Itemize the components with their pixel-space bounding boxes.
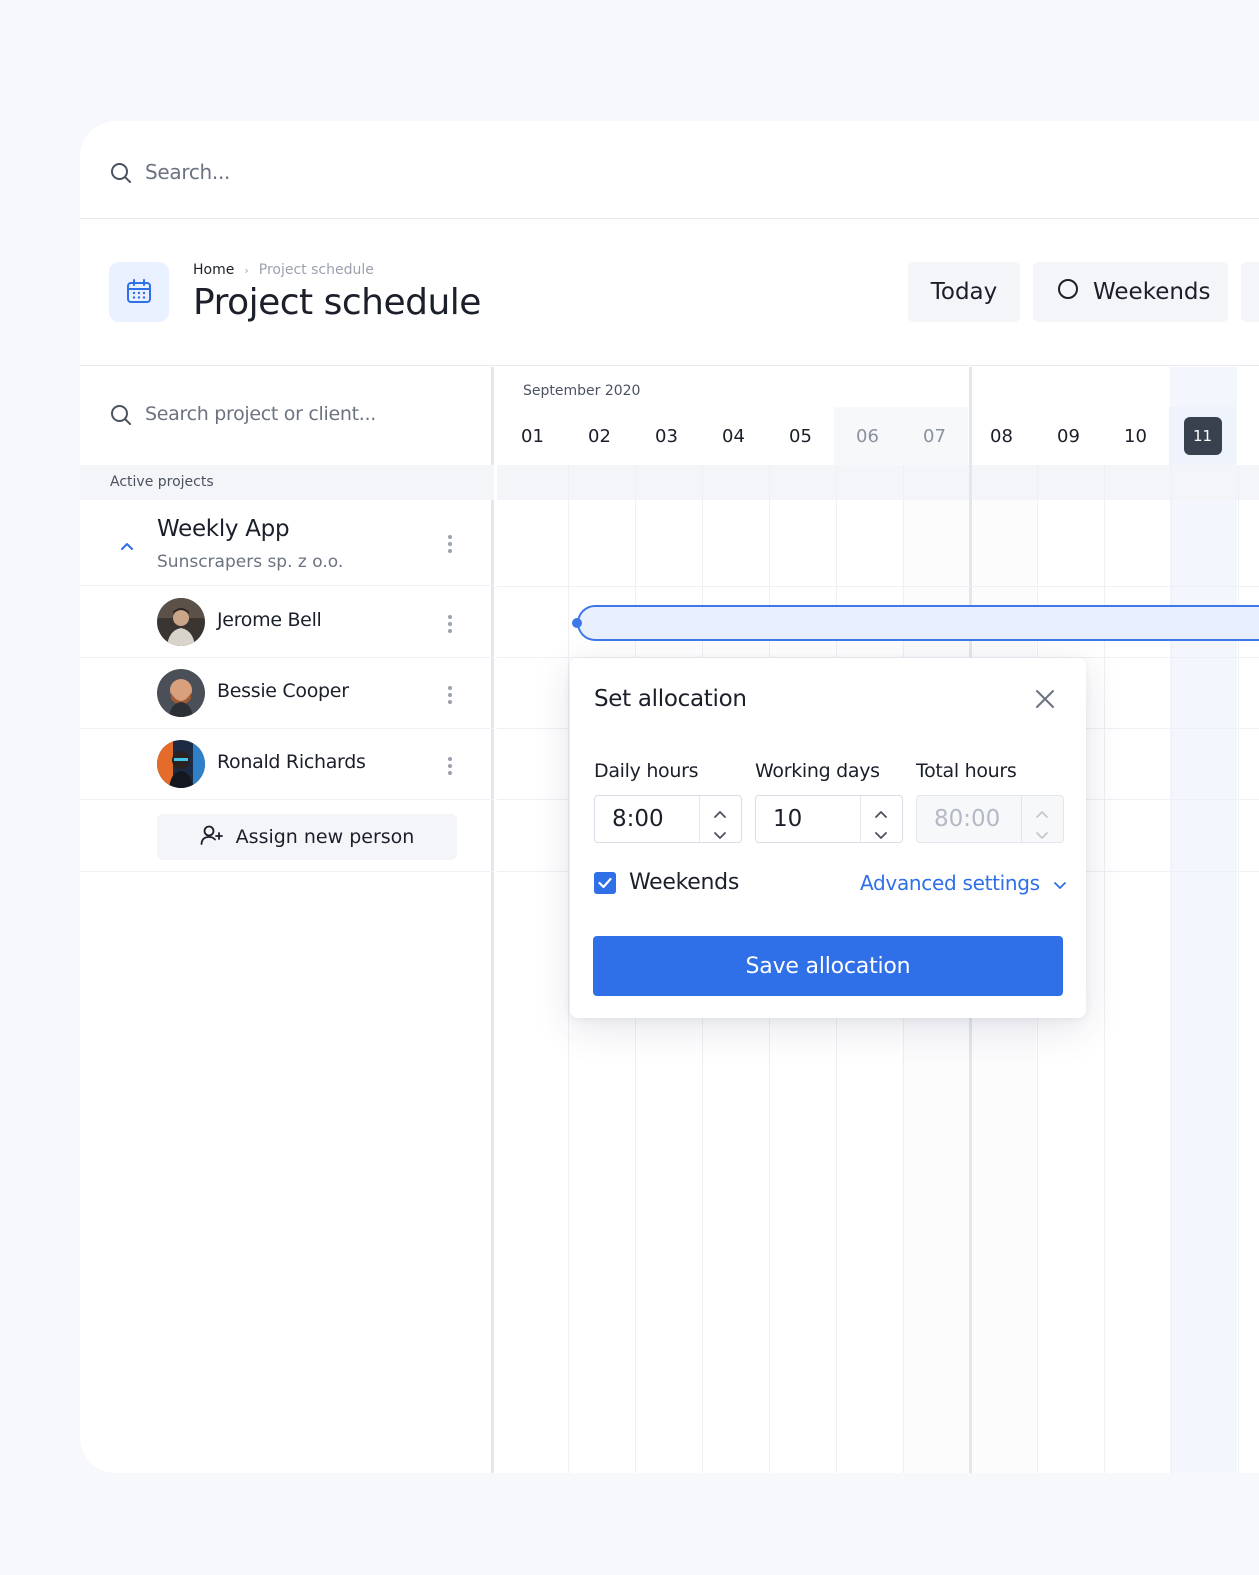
person-row[interactable]: Jerome Bell	[80, 587, 494, 658]
page-title: Project schedule	[193, 282, 481, 323]
add-user-icon	[200, 824, 224, 851]
today-button-label: Today	[930, 279, 998, 305]
check-icon	[598, 877, 612, 889]
stepper-arrows	[699, 796, 741, 842]
chevron-up-icon[interactable]	[875, 803, 887, 822]
person-name: Jerome Bell	[217, 609, 322, 631]
breadcrumb: Home › Project schedule	[193, 262, 374, 278]
chevron-up-icon	[1036, 803, 1048, 822]
calendar-icon	[109, 262, 169, 322]
advanced-settings-label: Advanced settings	[860, 871, 1040, 895]
search-icon	[110, 404, 132, 430]
day-cell[interactable]: 08	[968, 407, 1035, 465]
today-button[interactable]: Today	[908, 262, 1020, 322]
day-cell-weekend[interactable]: 07	[901, 407, 968, 465]
person-row[interactable]: Bessie Cooper	[80, 658, 494, 729]
breadcrumb-separator: ›	[244, 263, 249, 277]
today-column	[1170, 367, 1237, 1473]
daily-hours-label: Daily hours	[594, 760, 699, 782]
total-hours-label: Total hours	[916, 760, 1017, 782]
person-name: Ronald Richards	[217, 751, 366, 773]
weekends-button-label: Weekends	[1093, 279, 1211, 305]
working-days-value[interactable]: 10	[773, 806, 802, 832]
allocation-bar[interactable]	[577, 605, 1259, 641]
person-row[interactable]: Ronald Richards	[80, 729, 494, 800]
month-label: September 2020	[523, 383, 641, 399]
working-days-stepper[interactable]: 10	[755, 795, 903, 843]
more-vertical-icon[interactable]	[448, 535, 452, 553]
day-cell[interactable]: 09	[1035, 407, 1102, 465]
global-search-bar[interactable]: Search...	[80, 121, 1259, 219]
close-icon[interactable]	[1034, 688, 1056, 714]
day-cell[interactable]: 05	[767, 407, 834, 465]
chevron-down-icon	[1036, 825, 1048, 844]
project-row[interactable]: Weekly App Sunscrapers sp. z o.o.	[80, 500, 494, 586]
weekends-checkbox-label[interactable]: Weekends	[629, 870, 739, 895]
chevron-up-icon[interactable]	[714, 803, 726, 822]
day-cell[interactable]: 01	[499, 407, 566, 465]
project-client: Sunscrapers sp. z o.o.	[157, 552, 344, 572]
day-cell[interactable]: 03	[633, 407, 700, 465]
set-allocation-popup: Set allocation Daily hours Working days …	[570, 658, 1086, 1018]
more-header-button[interactable]	[1241, 262, 1259, 322]
radio-circle-icon	[1057, 278, 1079, 306]
advanced-settings-toggle[interactable]: Advanced settings	[860, 871, 1066, 895]
avatar	[157, 740, 205, 788]
chevron-down-icon[interactable]	[875, 825, 887, 844]
avatar	[157, 669, 205, 717]
weekends-checkbox[interactable]	[594, 872, 616, 894]
assign-button-label: Assign new person	[235, 826, 415, 848]
project-search-input[interactable]: Search project or client...	[145, 403, 376, 425]
projects-pane: Search project or client... Active proje…	[80, 367, 494, 1473]
assign-new-person-button[interactable]: Assign new person	[157, 814, 457, 860]
allocation-handle[interactable]	[572, 618, 582, 628]
stepper-arrows	[860, 796, 902, 842]
more-vertical-icon[interactable]	[448, 686, 452, 704]
day-cell[interactable]: 02	[566, 407, 633, 465]
working-days-label: Working days	[755, 760, 880, 782]
timeline-header: September 2020 01 02 03 04 05 06 07 08 0…	[497, 367, 1259, 465]
day-cell[interactable]: 04	[700, 407, 767, 465]
active-projects-band	[497, 465, 1259, 500]
save-allocation-label: Save allocation	[745, 953, 911, 979]
daily-hours-value[interactable]: 8:00	[612, 806, 664, 832]
total-hours-stepper: 80:00	[916, 795, 1064, 843]
total-hours-value: 80:00	[934, 806, 1001, 832]
chevron-down-icon[interactable]	[714, 825, 726, 844]
chevron-down-icon	[1053, 871, 1066, 895]
day-cell[interactable]: 10	[1102, 407, 1169, 465]
popup-title: Set allocation	[594, 686, 747, 712]
avatar	[157, 598, 205, 646]
global-search-input[interactable]: Search...	[145, 160, 230, 184]
stepper-arrows	[1021, 796, 1063, 842]
active-projects-label: Active projects	[80, 465, 494, 500]
search-icon	[110, 162, 132, 188]
chevron-up-icon[interactable]	[120, 536, 134, 555]
page-header: Home › Project schedule Project schedule…	[80, 220, 1259, 366]
divider	[80, 871, 494, 872]
weekends-toggle-button[interactable]: Weekends	[1033, 262, 1228, 322]
save-allocation-button[interactable]: Save allocation	[593, 936, 1063, 996]
project-name: Weekly App	[157, 516, 290, 542]
breadcrumb-current: Project schedule	[258, 262, 374, 278]
person-name: Bessie Cooper	[217, 680, 349, 702]
more-vertical-icon[interactable]	[448, 757, 452, 775]
day-cell-today[interactable]: 11	[1169, 407, 1236, 465]
day-cell-weekend[interactable]: 06	[834, 407, 901, 465]
more-vertical-icon[interactable]	[448, 615, 452, 633]
project-search-bar[interactable]: Search project or client...	[80, 367, 494, 465]
daily-hours-stepper[interactable]: 8:00	[594, 795, 742, 843]
breadcrumb-home[interactable]: Home	[193, 262, 234, 278]
